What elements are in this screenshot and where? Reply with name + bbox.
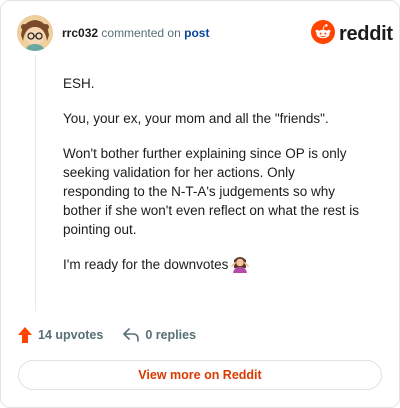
thread-line	[35, 55, 36, 311]
avatar[interactable]	[17, 15, 53, 51]
username-link[interactable]: rrc032	[62, 26, 98, 40]
comment-header: rrc032 commented on post	[62, 26, 209, 40]
upvote-arrow-icon	[18, 327, 32, 343]
comment-body: ESH. You, your ex, your mom and all the …	[63, 74, 363, 294]
upvote-button[interactable]: 14 upvotes	[18, 327, 103, 343]
upvote-count: 14 upvotes	[38, 328, 104, 342]
reply-count: 0 replies	[145, 328, 197, 342]
reply-arrow-icon	[123, 328, 140, 342]
reddit-logo-icon	[311, 20, 335, 49]
comment-paragraph-last: I'm ready for the downvotes	[63, 255, 363, 278]
reddit-logo[interactable]: reddit	[311, 20, 393, 49]
post-link[interactable]: post	[184, 26, 209, 40]
embed-card: rrc032 commented on post reddit ESH. You…	[0, 0, 400, 408]
comment-paragraph: ESH.	[63, 76, 95, 91]
commented-on-label: commented on	[101, 26, 181, 40]
view-more-button[interactable]: View more on Reddit	[18, 360, 382, 390]
reply-button[interactable]: 0 replies	[123, 328, 196, 342]
comment-paragraph-text: I'm ready for the downvotes	[63, 257, 229, 272]
comment-actions: 14 upvotes 0 replies	[18, 327, 196, 343]
view-more-label: View more on Reddit	[138, 368, 262, 382]
reddit-wordmark: reddit	[339, 23, 393, 45]
comment-paragraph: Won't bother further explaining since OP…	[63, 146, 359, 237]
comment-paragraph: You, your ex, your mom and all the "frie…	[63, 111, 329, 126]
woman-shrugging-emoji	[231, 255, 250, 278]
